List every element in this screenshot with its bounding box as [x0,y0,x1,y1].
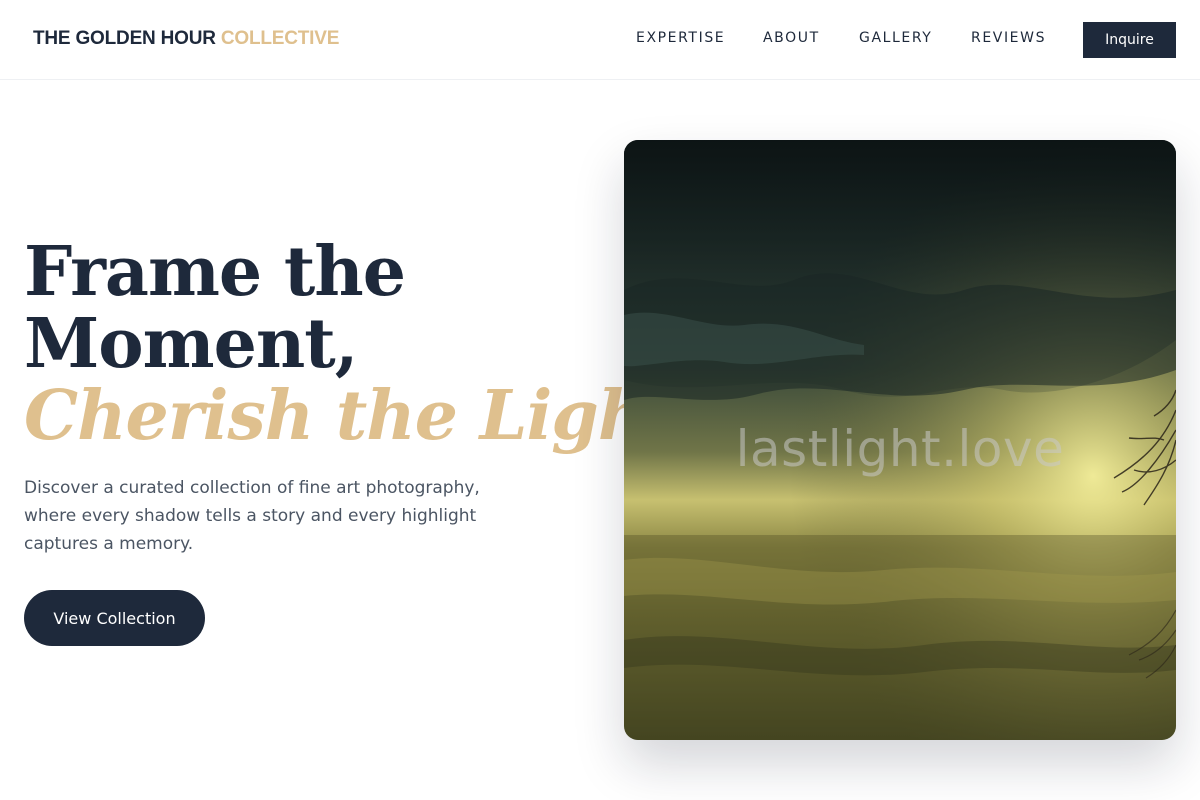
image-watermark: lastlight.love [735,420,1065,478]
nav-link-expertise[interactable]: EXPERTISE [636,30,725,46]
nav-link-gallery[interactable]: GALLERY [859,30,932,46]
inquire-button[interactable]: Inquire [1083,22,1176,58]
headline-accent: Cherish the Light. [24,376,700,456]
hero-headline: Frame the Moment, Cherish the Light. [24,232,700,456]
view-collection-button[interactable]: View Collection [24,590,205,646]
site-header: THE GOLDEN HOUR COLLECTIVE EXPERTISE ABO… [0,0,1200,80]
headline-line-2: Moment, [24,304,358,384]
headline-line-1: Frame the [24,232,406,312]
nav-link-about[interactable]: ABOUT [763,30,820,46]
hero-description: Discover a curated collection of fine ar… [24,478,480,554]
nav-link-reviews[interactable]: REVIEWS [971,30,1046,46]
main-nav: EXPERTISE ABOUT GALLERY REVIEWS [0,30,1200,50]
hero-image: lastlight.love [624,140,1176,740]
